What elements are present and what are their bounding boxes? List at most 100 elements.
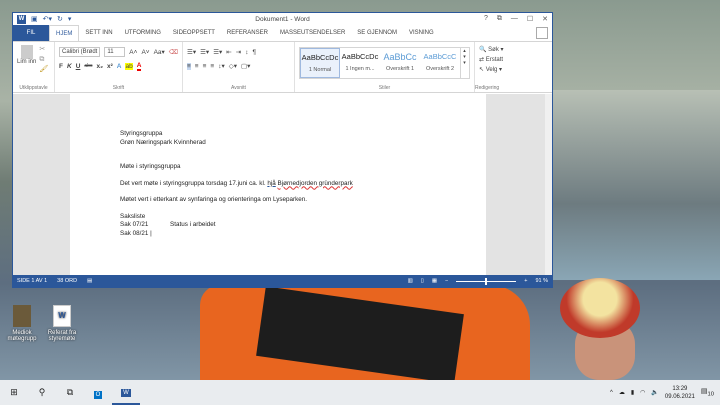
style-name: 1 Normal (308, 67, 332, 73)
read-mode-icon[interactable]: ▥ (408, 278, 413, 284)
paste-button[interactable]: Lim inn (17, 45, 36, 75)
search-icon[interactable]: ⚲ (28, 387, 56, 398)
cut-icon[interactable]: ✂ (39, 45, 48, 55)
zoom-level[interactable]: 91 % (535, 278, 548, 284)
change-case-icon[interactable]: Aa▾ (154, 48, 165, 56)
taskbar: ⊞ ⚲ ⧉ O W ^ ☁ ▮ ◠ 🔈 13:29 09.06.2021 ▤10 (0, 380, 720, 405)
maximize-button[interactable]: ☐ (527, 15, 533, 23)
line-spacing-icon[interactable]: ↕▾ (218, 62, 225, 70)
justify-icon[interactable]: ≡ (210, 63, 214, 70)
tab-fil[interactable]: FIL (13, 25, 49, 41)
battery-icon[interactable]: ▮ (631, 389, 634, 396)
sort-icon[interactable]: ↕ (245, 49, 248, 56)
volume-icon[interactable]: 🔈 (651, 389, 658, 396)
time: 13:29 (672, 385, 688, 392)
increase-indent-icon[interactable]: ⇥ (236, 48, 241, 56)
task-view-icon[interactable]: ⧉ (56, 387, 84, 398)
multilevel-icon[interactable]: ☰▾ (213, 48, 222, 56)
doc-text: Status i arbeidet (170, 221, 216, 228)
desktop-wallpaper (553, 90, 720, 280)
style-heading-2[interactable]: AaBbCcC Overskrift 2 (420, 48, 460, 78)
proofing-icon[interactable]: ▤ (87, 278, 92, 284)
clear-format-icon[interactable]: ⌫ (169, 48, 178, 56)
text-effects-icon[interactable]: A (117, 63, 122, 70)
network-icon[interactable]: ◠ (640, 389, 645, 396)
binoculars-icon: 🔍 (479, 47, 487, 53)
undo-icon[interactable]: ↶▾ (43, 15, 52, 23)
redo-icon[interactable]: ↻ (57, 15, 63, 23)
show-hidden-icons[interactable]: ^ (610, 390, 613, 396)
zoom-slider[interactable] (456, 277, 517, 285)
tab-hjem[interactable]: HJEM (49, 25, 80, 41)
borders-icon[interactable]: ▢▾ (241, 62, 250, 70)
zoom-in-button[interactable]: + (524, 278, 527, 284)
tab-se-gjennom[interactable]: SE GJENNOM (351, 25, 403, 41)
style-preview: AaBbCcDc (301, 53, 339, 62)
save-icon[interactable]: ▣ (31, 15, 38, 23)
styles-scroll[interactable]: ▴ ▾ ▾ (460, 48, 468, 78)
decrease-indent-icon[interactable]: ⇤ (226, 48, 231, 56)
align-right-icon[interactable]: ≡ (203, 63, 207, 70)
help-button[interactable]: ? (484, 15, 488, 23)
vertical-scrollbar[interactable] (545, 94, 552, 276)
user-avatar[interactable] (536, 27, 548, 39)
tab-utforming[interactable]: UTFORMING (119, 25, 167, 41)
align-left-icon[interactable]: ≡ (187, 62, 191, 70)
tab-masseutsendelser[interactable]: MASSEUTSENDELSER (274, 25, 351, 41)
tab-referanser[interactable]: REFERANSER (221, 25, 274, 41)
style-heading-1[interactable]: AaBbCc Overskrift 1 (380, 48, 420, 78)
shading-icon[interactable]: ◇▾ (229, 62, 237, 70)
select-button[interactable]: ↖ Velg ▾ (479, 65, 541, 75)
word-count[interactable]: 38 ORD (57, 278, 77, 284)
grow-font-icon[interactable]: A˄ (129, 49, 137, 56)
close-button[interactable]: ✕ (542, 15, 548, 23)
italic-button[interactable]: K (67, 63, 72, 70)
page-count[interactable]: SIDE 1 AV 1 (17, 278, 47, 284)
format-painter-icon[interactable]: 🖌 (39, 65, 48, 75)
highlight-icon[interactable]: ab (125, 62, 133, 70)
word-taskbar-icon[interactable]: W (112, 380, 140, 405)
title-bar: W ▣ ↶▾ ↻ ▾ Dokument1 - Word ? ⧉ — ☐ ✕ (13, 13, 552, 25)
numbering-icon[interactable]: ☰▾ (200, 48, 209, 56)
tab-sett-inn[interactable]: SETT INN (79, 25, 118, 41)
show-marks-icon[interactable]: ¶ (252, 49, 256, 56)
replace-icon: ⇄ (479, 57, 485, 63)
shrink-font-icon[interactable]: A˅ (141, 49, 149, 56)
align-center-icon[interactable]: ≡ (195, 63, 199, 70)
doc-line: Sak 08/21 | (120, 229, 152, 237)
bold-button[interactable]: F (59, 63, 63, 70)
outlook-icon[interactable]: O (84, 388, 112, 399)
desktop-icon-1[interactable]: Mediok møtegrupp (2, 305, 42, 342)
date: 09.06.2021 (664, 393, 695, 400)
onedrive-icon[interactable]: ☁ (619, 389, 625, 396)
tab-sideoppsett[interactable]: SIDEOPPSETT (167, 25, 221, 41)
minimize-button[interactable]: — (511, 15, 518, 23)
strikethrough-button[interactable]: abc (84, 63, 92, 69)
clock[interactable]: 13:29 09.06.2021 (665, 385, 695, 401)
wallpaper-apple (560, 278, 640, 338)
document-page[interactable]: Styringsgruppa Grøn Næringspark Kvinnher… (70, 94, 486, 276)
font-size-select[interactable]: 11 (104, 47, 126, 57)
desktop-icon-2[interactable]: W Referat fra styremøte (42, 305, 82, 342)
copy-icon[interactable]: ⧉ (39, 55, 48, 65)
ribbon-display-button[interactable]: ⧉ (497, 15, 502, 23)
print-layout-icon[interactable]: ▯ (421, 278, 424, 284)
web-layout-icon[interactable]: ▦ (432, 278, 437, 284)
zoom-slider-thumb[interactable] (485, 277, 488, 285)
font-name-select[interactable]: Calibri (Brødt (59, 47, 101, 57)
customize-qa-icon[interactable]: ▾ (68, 15, 72, 23)
zoom-out-button[interactable]: − (445, 278, 448, 284)
subscript-icon[interactable]: x₂ (96, 63, 103, 70)
notification-icon[interactable]: ▤10 (701, 387, 714, 397)
superscript-icon[interactable]: x² (107, 63, 113, 70)
desktop-icon-label: Referat fra styremøte (47, 330, 77, 342)
underline-button[interactable]: U (76, 63, 81, 70)
start-windows-icon[interactable]: ⊞ (0, 387, 28, 398)
bullets-icon[interactable]: ☰▾ (187, 48, 196, 56)
find-button[interactable]: 🔍 Søk ▾ (479, 45, 541, 55)
tab-visning[interactable]: VISNING (403, 25, 440, 41)
style-no-spacing[interactable]: AaBbCcDc 1 Ingen m... (340, 48, 380, 78)
font-color-icon[interactable]: A (136, 62, 142, 71)
style-normal[interactable]: AaBbCcDc 1 Normal (300, 48, 340, 78)
replace-button[interactable]: ⇄ Erstatt (479, 55, 541, 65)
